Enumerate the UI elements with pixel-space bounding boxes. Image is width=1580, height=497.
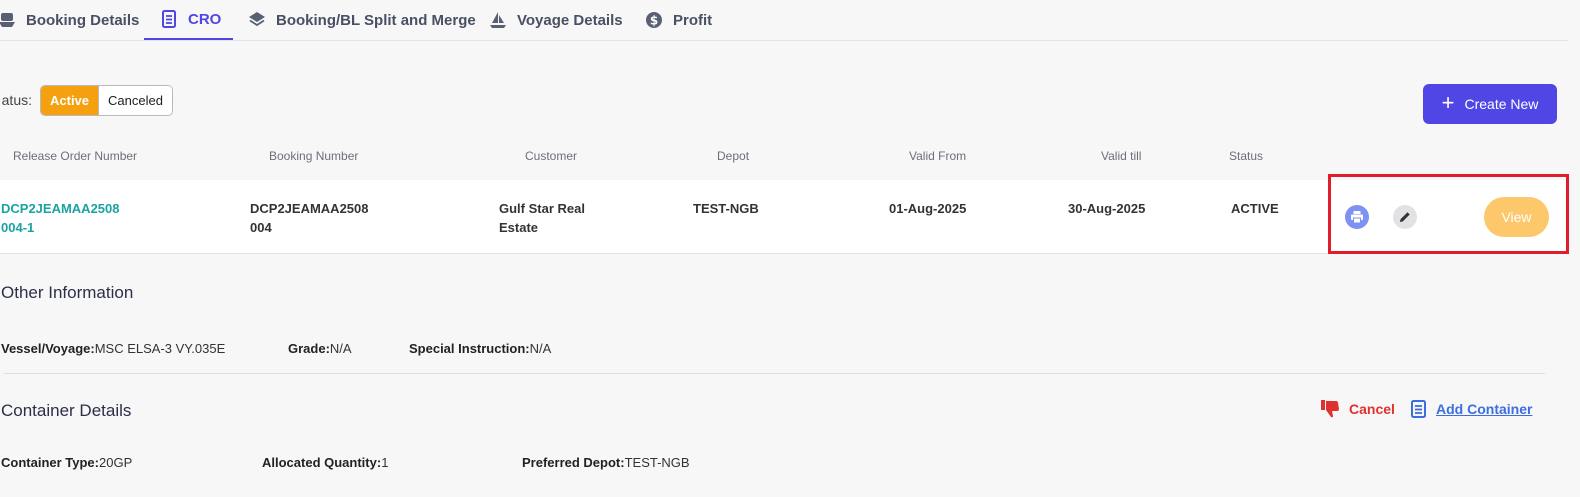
status-active-option[interactable]: Active: [41, 85, 99, 115]
document-list-icon: [162, 10, 176, 28]
customer-line-1: Gulf Star Real: [499, 201, 585, 216]
tab-label: Booking/BL Split and Merge: [276, 11, 476, 29]
add-container-label: Add Container: [1436, 401, 1533, 417]
status-filter-label: atus:: [1, 92, 32, 108]
header-status[interactable]: Status: [1229, 149, 1263, 163]
create-new-button[interactable]: + Create New: [1423, 84, 1557, 124]
status-cell: ACTIVE: [1231, 201, 1279, 216]
tab-bar: Booking Details CRO Booking/BL Split and…: [0, 0, 1568, 41]
tab-booking-details[interactable]: Booking Details: [0, 0, 139, 40]
tab-label: Voyage Details: [517, 11, 623, 29]
tab-label: CRO: [188, 10, 222, 28]
tab-cro[interactable]: CRO: [144, 0, 233, 40]
preferred-depot-value: TEST-NGB: [624, 455, 690, 470]
valid-till-cell: 30-Aug-2025: [1068, 201, 1146, 216]
thumbs-down-icon: [1321, 400, 1339, 418]
allocated-quantity-label: Allocated Quantity:: [262, 455, 382, 470]
header-customer[interactable]: Customer: [525, 149, 577, 163]
tab-profit[interactable]: $ Profit: [645, 0, 712, 40]
grade-label: Grade:: [288, 341, 330, 356]
release-order-number-link[interactable]: DCP2JEAMAA2508 004-1: [1, 199, 120, 237]
vessel-voyage-label: Vessel/Voyage:: [1, 341, 95, 356]
vessel-voyage-value: MSC ELSA-3 VY.035E: [94, 341, 226, 356]
document-list-icon: [1411, 400, 1426, 418]
container-type-label: Container Type:: [1, 455, 99, 470]
special-instruction-value: N/A: [529, 341, 552, 356]
booking-number-cell: DCP2JEAMAA2508 004: [250, 199, 369, 237]
booking-number-line-2: 004: [250, 220, 272, 235]
depot-cell: TEST-NGB: [693, 201, 759, 216]
cro-page: Booking Details CRO Booking/BL Split and…: [0, 0, 1580, 497]
header-valid-till[interactable]: Valid till: [1101, 149, 1141, 163]
vessel-voyage-field: Vessel/Voyage:MSC ELSA-3 VY.035E: [1, 341, 225, 356]
status-canceled-option[interactable]: Canceled: [98, 85, 172, 115]
tab-voyage-details[interactable]: Voyage Details: [489, 0, 623, 40]
release-order-line-2: 004-1: [1, 220, 35, 235]
add-container-button[interactable]: Add Container: [1410, 400, 1532, 418]
special-instruction-label: Special Instruction:: [409, 341, 530, 356]
pencil-icon: [1400, 212, 1410, 222]
print-icon: [1351, 211, 1363, 224]
tab-label: Booking Details: [26, 11, 140, 29]
dollar-icon: $: [646, 12, 662, 28]
allocated-quantity-value: 1: [381, 455, 389, 470]
customer-line-2: Estate: [499, 220, 539, 235]
release-order-line-1: DCP2JEAMAA2508: [1, 201, 120, 216]
section-divider: [4, 373, 1545, 374]
svg-text:$: $: [650, 14, 658, 28]
container-type-value: 20GP: [99, 455, 133, 470]
container-details-title: Container Details: [1, 401, 132, 420]
other-information-title: Other Information: [1, 283, 134, 302]
print-button[interactable]: [1345, 205, 1369, 229]
preferred-depot-field: Preferred Depot:TEST-NGB: [522, 455, 690, 470]
header-booking-number[interactable]: Booking Number: [269, 149, 358, 163]
ship-icon: [0, 13, 15, 27]
grade-field: Grade:N/A: [288, 341, 352, 356]
sailboat-icon: [490, 12, 506, 28]
booking-number-line-1: DCP2JEAMAA2508: [250, 201, 369, 216]
tab-split-merge[interactable]: Booking/BL Split and Merge: [248, 0, 476, 40]
special-instruction-field: Special Instruction:N/A: [409, 341, 551, 356]
status-segmented-control: Active Canceled: [40, 84, 173, 116]
plus-icon: +: [1441, 89, 1455, 115]
header-release-order-number[interactable]: Release Order Number: [13, 149, 137, 163]
status-filter: atus: Active Canceled: [0, 84, 173, 116]
customer-cell: Gulf Star Real Estate: [499, 199, 585, 237]
cancel-label: Cancel: [1349, 401, 1395, 417]
preferred-depot-label: Preferred Depot:: [522, 455, 625, 470]
header-valid-from[interactable]: Valid From: [909, 149, 966, 163]
header-depot[interactable]: Depot: [717, 149, 749, 163]
tab-label: Profit: [673, 11, 713, 29]
view-button[interactable]: View: [1484, 197, 1549, 237]
allocated-quantity-field: Allocated Quantity:1: [262, 455, 388, 470]
create-new-label: Create New: [1464, 96, 1539, 112]
grade-value: N/A: [329, 341, 352, 356]
container-type-field: Container Type:20GP: [1, 455, 132, 470]
edit-button[interactable]: [1393, 205, 1417, 229]
valid-from-cell: 01-Aug-2025: [889, 201, 967, 216]
layers-icon: [249, 12, 265, 27]
cancel-container-button[interactable]: Cancel: [1321, 400, 1395, 418]
